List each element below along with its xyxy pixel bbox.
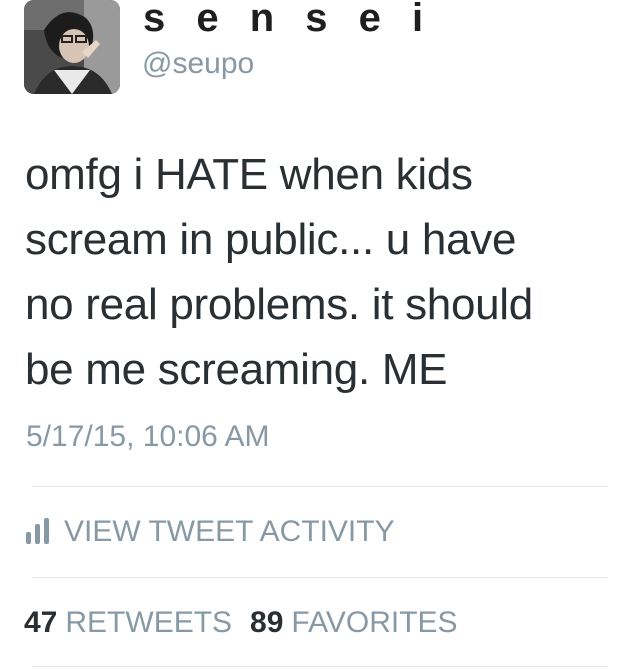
- user-handle[interactable]: @seupo: [142, 46, 254, 82]
- divider: [32, 577, 608, 578]
- retweets-count[interactable]: 47: [24, 605, 57, 641]
- divider: [32, 666, 608, 667]
- view-tweet-activity-label: VIEW TWEET ACTIVITY: [64, 515, 395, 548]
- view-tweet-activity-button[interactable]: VIEW TWEET ACTIVITY: [24, 512, 395, 552]
- favorites-count[interactable]: 89: [250, 605, 283, 641]
- tweet-text-line: be me screaming. ME: [25, 345, 448, 394]
- retweets-label[interactable]: RETWEETS: [65, 605, 232, 641]
- tweet-text-line: scream in public... u have: [25, 215, 517, 264]
- user-avatar-photo-icon: [24, 0, 120, 94]
- divider: [32, 486, 608, 487]
- tweet-text-line: no real problems. it should: [25, 280, 533, 329]
- tweet-text: omfg i HATE when kids scream in public..…: [25, 142, 625, 402]
- tweet-timestamp: 5/17/15, 10:06 AM: [26, 420, 270, 453]
- tweet-text-line: omfg i HATE when kids: [25, 150, 473, 199]
- avatar[interactable]: [24, 0, 120, 94]
- tweet-detail: s e n s e i @seupo omfg i HATE when kids…: [0, 0, 640, 669]
- favorites-label[interactable]: FAVORITES: [291, 605, 457, 641]
- bar-chart-icon: [24, 518, 54, 546]
- display-name[interactable]: s e n s e i: [143, 0, 433, 42]
- tweet-stats: 47 RETWEETS 89 FAVORITES: [24, 603, 476, 643]
